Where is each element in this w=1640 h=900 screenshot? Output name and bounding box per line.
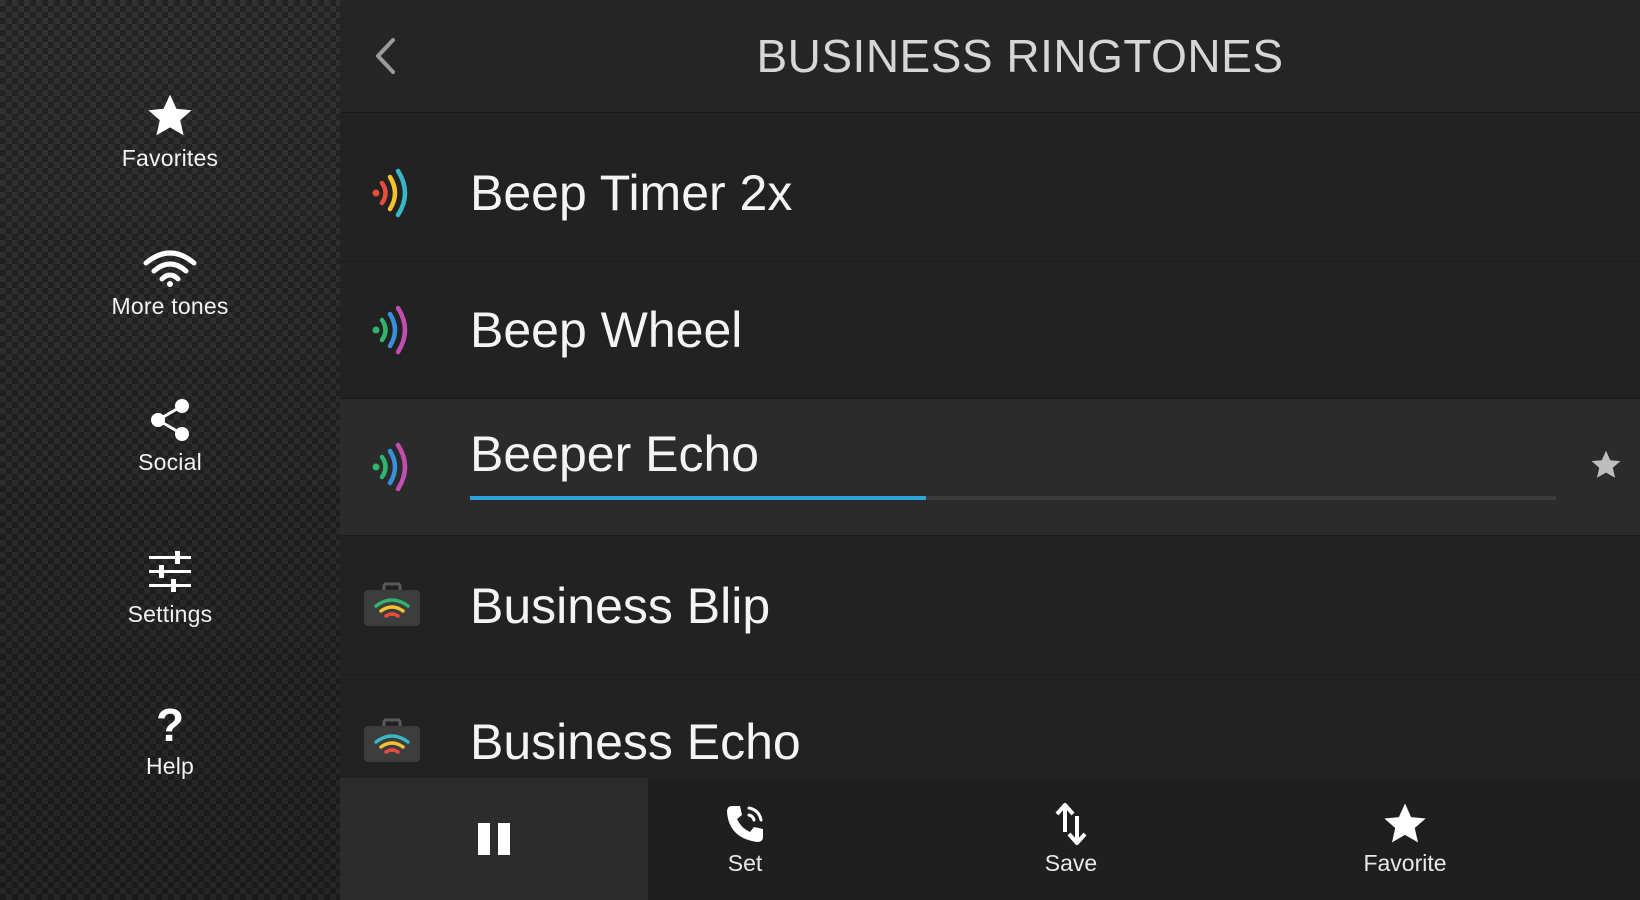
nav-more-tones-label: More tones	[111, 292, 229, 319]
page-title: BUSINESS RINGTONES	[756, 30, 1284, 82]
star-icon[interactable]	[1590, 449, 1622, 481]
favorite-button[interactable]: Favorite	[1340, 778, 1470, 900]
question-icon: ?	[156, 701, 184, 747]
nav-favorites-label: Favorites	[121, 144, 219, 171]
nav-help[interactable]: ? Help	[0, 670, 340, 810]
pause-button[interactable]	[340, 778, 648, 900]
top-bar: BUSINESS RINGTONES	[340, 0, 1640, 113]
playback-progress-fill	[470, 496, 927, 500]
transfer-arrows-icon	[1055, 802, 1087, 845]
nav-help-label: Help	[145, 752, 195, 779]
favorite-label: Favorite	[1363, 849, 1447, 876]
ringtone-title: Beep Timer 2x	[470, 165, 793, 221]
svg-text:?: ?	[156, 701, 184, 747]
phone-icon	[727, 805, 763, 842]
sound-wave-icon	[372, 305, 408, 355]
wifi-icon	[143, 250, 197, 287]
ringtone-title: Business Blip	[470, 578, 771, 634]
sound-wave-icon	[372, 442, 408, 492]
sliders-icon	[149, 550, 191, 592]
nav-social[interactable]: Social	[0, 366, 340, 506]
ringtone-title: Beeper Echo	[470, 426, 760, 482]
save-button[interactable]: Save	[1006, 778, 1136, 900]
nav-settings[interactable]: Settings	[0, 518, 340, 658]
sound-wave-icon	[372, 168, 408, 218]
ringtone-row-playing[interactable]: Beeper Echo	[340, 399, 1640, 536]
briefcase-wave-icon	[364, 582, 420, 626]
bottom-action-bar: Set Save Favorite	[340, 778, 1640, 900]
set-button[interactable]: Set	[680, 778, 810, 900]
ringtone-row[interactable]: Beep Timer 2x	[340, 125, 1640, 262]
nav-settings-label: Settings	[127, 600, 213, 627]
main-panel: BUSINESS RINGTONES Beep Timer 2x Beep Wh…	[340, 0, 1640, 900]
nav-social-label: Social	[138, 448, 202, 475]
star-icon	[148, 94, 192, 135]
playback-progress-bar[interactable]	[470, 496, 1556, 500]
star-icon	[1384, 803, 1426, 842]
nav-favorites[interactable]: Favorites	[0, 62, 340, 202]
sidebar: Favorites More tones Social Settings ? H…	[0, 0, 340, 900]
nav-more-tones[interactable]: More tones	[0, 214, 340, 354]
briefcase-wave-icon	[364, 718, 420, 762]
ringtone-row[interactable]: Business Blip	[340, 538, 1640, 675]
save-label: Save	[1044, 849, 1098, 876]
ringtone-row[interactable]: Beep Wheel	[340, 262, 1640, 399]
ringtone-title: Beep Wheel	[470, 302, 743, 358]
pause-icon	[478, 823, 510, 855]
share-icon	[151, 398, 189, 441]
set-label: Set	[727, 849, 763, 876]
